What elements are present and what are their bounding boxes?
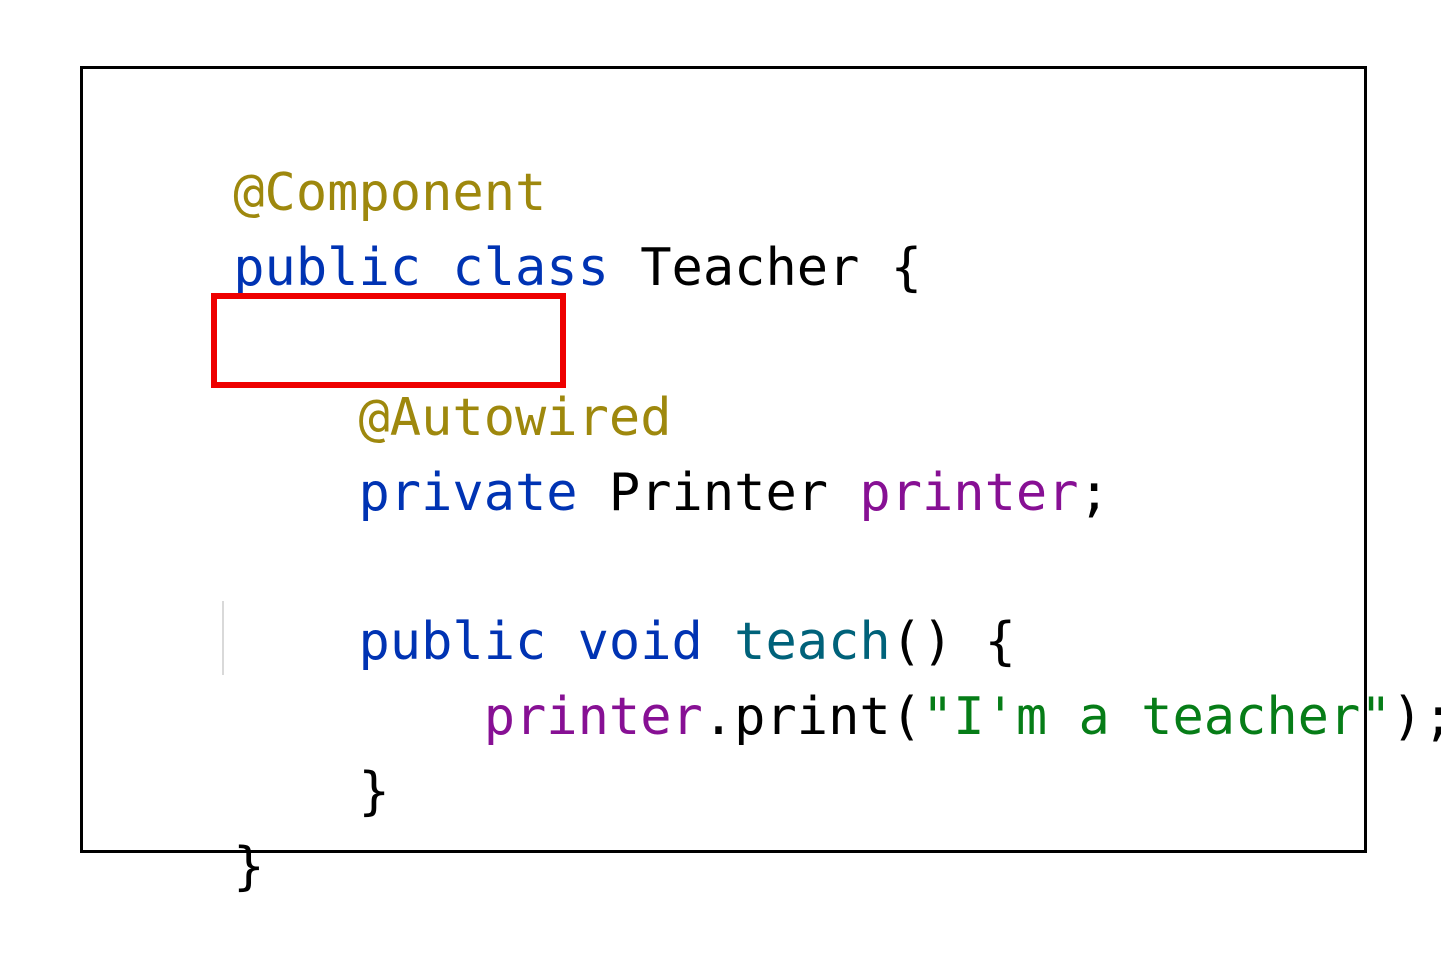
indent-guide [222,601,224,675]
code-snippet-frame: @Component public class Teacher { @Autow… [80,66,1441,897]
plain-token: .print( [702,687,922,747]
code-line-10: } [108,755,264,897]
code-line-2: public class Teacher { [108,156,922,298]
keyword-token: public [233,238,422,298]
keyword-token: private [358,463,578,523]
field-token: printer [483,687,703,747]
code-line-8: printer.print("I'm a teacher"); [108,605,1441,747]
field-token: printer [859,463,1079,523]
autowired-highlight-box [211,293,566,388]
code-line-5: private Printer printer; [108,381,1109,523]
plain-token: Teacher { [608,238,923,298]
string-token: "I'm a teacher" [922,687,1392,747]
plain-token: ); [1391,687,1441,747]
code-line-7: public void teach() { [108,530,1015,672]
plain-token: ; [1078,463,1110,523]
code-line-1: @Component [108,81,546,223]
code-line-9: } [108,680,389,822]
indent-token [233,463,358,523]
closing-brace-token: } [233,837,265,897]
plain-token: Printer [577,463,860,523]
keyword-token: class [452,238,609,298]
